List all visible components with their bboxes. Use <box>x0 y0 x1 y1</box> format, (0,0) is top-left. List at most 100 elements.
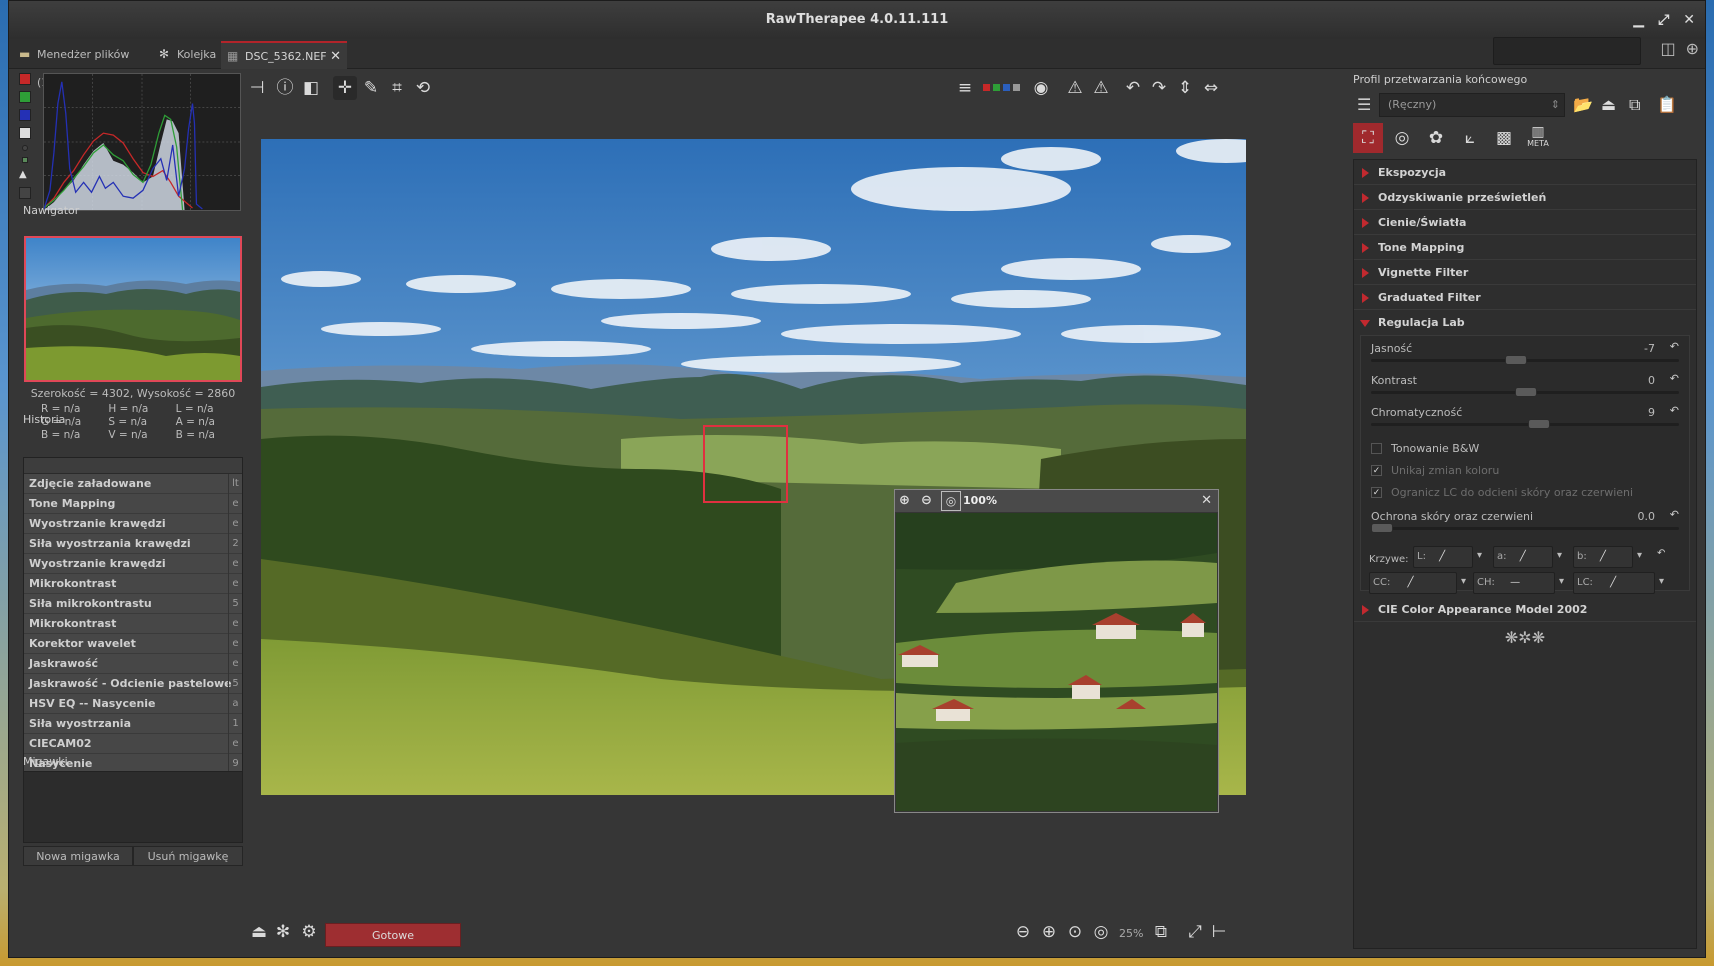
zoom-100-icon[interactable]: ◎ <box>941 491 961 511</box>
slider-knob[interactable] <box>1527 419 1550 429</box>
zoom-out-icon[interactable]: ⊖ <box>1011 920 1035 944</box>
history-item[interactable]: Zdjęcie załadowane lt <box>24 474 242 494</box>
new-detail-window-icon[interactable]: ⧉ <box>1149 920 1173 944</box>
history-item[interactable]: Tone Mapping e <box>24 494 242 514</box>
tab-detail[interactable]: ◎ <box>1387 123 1417 153</box>
navigator-thumbnail[interactable] <box>24 236 242 382</box>
reset-icon[interactable]: ↶ <box>1670 404 1679 417</box>
zoom-in-icon[interactable]: ⊕ <box>899 490 910 512</box>
preview-blue-icon[interactable] <box>1003 84 1010 91</box>
zoom-100-icon[interactable]: ◎ <box>1089 920 1113 944</box>
curve-lc-button[interactable]: LC: ╱ <box>1573 572 1655 594</box>
history-item[interactable]: Wyostrzanie krawędzi e <box>24 554 242 574</box>
curve-a-button[interactable]: a: ╱ <box>1493 546 1553 568</box>
history-item[interactable]: CIECAM02 e <box>24 734 242 754</box>
focus-mask-icon[interactable]: ◉ <box>1029 76 1053 100</box>
histogram-red-toggle[interactable] <box>19 73 31 85</box>
hand-tool-icon[interactable]: ✛ <box>333 76 357 100</box>
profile-select[interactable]: (Ręczny) ⇕ <box>1379 93 1565 117</box>
slider-track[interactable] <box>1371 423 1679 426</box>
slider-value[interactable]: 9 <box>1648 406 1655 419</box>
paste-profile-icon[interactable]: 📋 <box>1657 95 1677 114</box>
chevron-down-icon[interactable]: ▾ <box>1559 576 1564 587</box>
chevron-down-icon[interactable]: ▾ <box>1637 550 1642 561</box>
section-highlight-recovery[interactable]: Odzyskiwanie prześwietleń <box>1354 185 1696 210</box>
slider-value[interactable]: -7 <box>1644 342 1655 355</box>
rotate-right-icon[interactable]: ↷ <box>1147 76 1171 100</box>
fullscreen-toggle-icon[interactable]: ⤢ <box>1183 920 1207 944</box>
copy-profile-icon[interactable]: ⧉ <box>1629 95 1640 115</box>
hide-left-panel-icon[interactable]: ⊣ <box>245 76 269 100</box>
zoom-fit-icon[interactable]: ⊙ <box>1063 920 1087 944</box>
curve-b-button[interactable]: b: ╱ <box>1573 546 1633 568</box>
tab-metadata[interactable]: ▥ META <box>1523 123 1553 153</box>
preview-green-icon[interactable] <box>993 84 1000 91</box>
slider-value[interactable]: 0 <box>1648 374 1655 387</box>
section-tone-mapping[interactable]: Tone Mapping <box>1354 235 1696 260</box>
info-icon[interactable]: ⓘ <box>273 76 297 100</box>
straighten-icon[interactable]: ⟲ <box>411 76 435 100</box>
restrict-lc-checkbox[interactable]: ✓ Ogranicz LC do odcieni skóry oraz czerw… <box>1361 482 1689 504</box>
histogram-blue-toggle[interactable] <box>19 109 31 121</box>
tab-transform[interactable]: ⟀ <box>1455 123 1485 153</box>
chevron-down-icon[interactable]: ▾ <box>1477 550 1482 561</box>
histogram-mode-icon[interactable] <box>19 187 31 199</box>
slider-knob[interactable] <box>1515 387 1537 397</box>
histogram-raw-toggle[interactable] <box>22 145 28 151</box>
bw-toning-checkbox[interactable]: Tonowanie B&W <box>1361 438 1689 460</box>
history-item[interactable]: Jaskrawość - Odcienie pastelowe 5 <box>24 674 242 694</box>
close-window-icon[interactable]: ✕ <box>1683 1 1695 39</box>
chevron-down-icon[interactable]: ▾ <box>1659 576 1664 587</box>
queue-image-icon[interactable]: ✻ <box>271 920 295 944</box>
curve-l-button[interactable]: L: ╱ <box>1413 546 1473 568</box>
history-item[interactable]: Siła wyostrzania 1 <box>24 714 242 734</box>
section-shadows-highlights[interactable]: Cienie/Światła <box>1354 210 1696 235</box>
curve-ch-button[interactable]: CH: — <box>1473 572 1555 594</box>
flip-horizontal-icon[interactable]: ⇔ <box>1199 76 1223 100</box>
layout-icon[interactable]: ◫ <box>1660 39 1675 58</box>
rotate-left-icon[interactable]: ↶ <box>1121 76 1145 100</box>
tab-search-field[interactable] <box>1493 37 1641 65</box>
histogram-chroma-toggle[interactable] <box>22 157 28 163</box>
new-snapshot-button[interactable]: Nowa migawka <box>23 846 133 866</box>
profile-list-icon[interactable]: ☰ <box>1357 95 1371 114</box>
fullscreen-icon[interactable]: ⊕ <box>1686 39 1699 58</box>
slider-value[interactable]: 0.0 <box>1638 510 1656 523</box>
reset-icon[interactable]: ↶ <box>1670 372 1679 385</box>
avoid-color-shift-checkbox[interactable]: ✓ Unikaj zmian koloru <box>1361 460 1689 482</box>
hide-right-panel-icon[interactable]: ⊢ <box>1207 920 1231 944</box>
chevron-down-icon[interactable]: ▾ <box>1557 550 1562 561</box>
zoom-in-icon[interactable]: ⊕ <box>1037 920 1061 944</box>
history-item[interactable]: Mikrokontrast e <box>24 614 242 634</box>
close-detail-icon[interactable]: ✕ <box>1201 490 1212 512</box>
maximize-icon[interactable]: ⤢ <box>1658 1 1669 39</box>
section-ciecam[interactable]: CIE Color Appearance Model 2002 <box>1354 597 1696 622</box>
history-item[interactable]: Mikrokontrast e <box>24 574 242 594</box>
lab-slider[interactable]: Kontrast 0 ↶ <box>1361 368 1689 400</box>
crop-icon[interactable]: ⌗ <box>385 76 409 100</box>
preview-luma-icon[interactable] <box>1013 84 1020 91</box>
slider-track[interactable] <box>1371 527 1679 530</box>
minimize-icon[interactable]: ▁ <box>1633 1 1644 39</box>
reset-icon[interactable]: ↶ <box>1670 508 1679 521</box>
tab-raw[interactable]: ▩ <box>1489 123 1519 153</box>
history-item[interactable]: Wyostrzanie krawędzi e <box>24 514 242 534</box>
before-after-icon[interactable]: ◧ <box>299 76 323 100</box>
histogram-bar-icon[interactable]: ▲ <box>19 169 31 181</box>
slider-knob[interactable] <box>1504 355 1527 365</box>
skin-protection-slider[interactable]: Ochrona skóry oraz czerwieni 0.0 ↶ <box>1361 504 1689 536</box>
highlight-clipping-icon[interactable]: ⚠ <box>1089 76 1113 100</box>
chevron-down-icon[interactable]: ▾ <box>1461 576 1466 587</box>
detail-window[interactable]: ⊕ ⊖ ◎ 100% ✕ <box>894 489 1219 813</box>
tab-color[interactable]: ✿ <box>1421 123 1451 153</box>
tab-queue[interactable]: ✻ Kolejka <box>153 41 219 69</box>
save-image-icon[interactable]: ⏏ <box>247 920 271 944</box>
edit-external-icon[interactable]: ⚙ <box>297 920 321 944</box>
histogram-green-toggle[interactable] <box>19 91 31 103</box>
tab-exposure[interactable]: ⛶ <box>1353 123 1383 153</box>
history-item[interactable]: HSV EQ -- Nasycenie a <box>24 694 242 714</box>
curve-cc-button[interactable]: CC: ╱ <box>1369 572 1457 594</box>
section-lab-adjustments[interactable]: Regulacja Lab <box>1354 310 1696 335</box>
section-exposure[interactable]: Ekspozycja <box>1354 160 1696 185</box>
histogram-luma-toggle[interactable] <box>19 127 31 139</box>
